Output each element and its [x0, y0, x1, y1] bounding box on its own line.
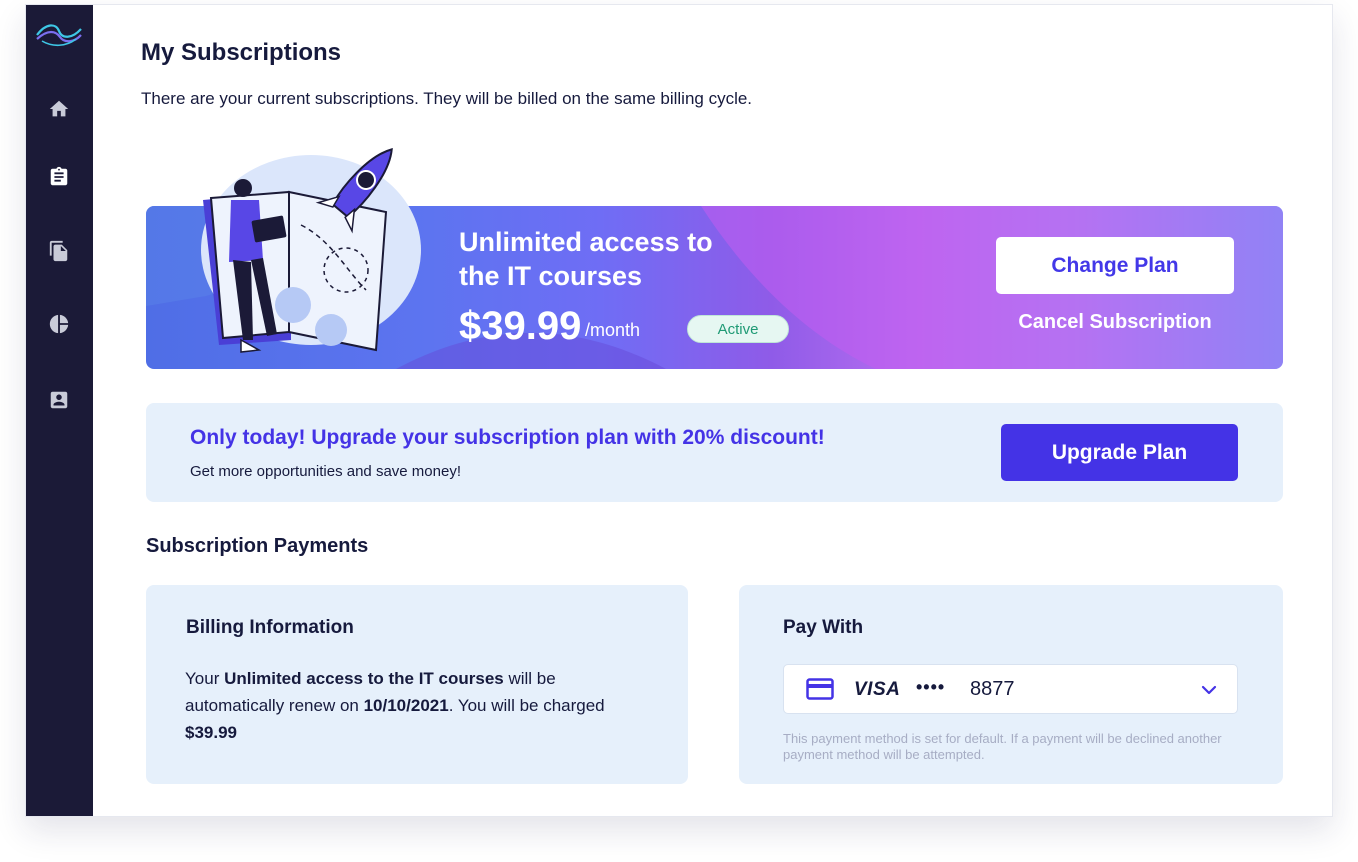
promo-subtitle: Get more opportunities and save money! [190, 463, 461, 480]
promo-card: Only today! Upgrade your subscription pl… [146, 403, 1283, 502]
section-title: Subscription Payments [146, 535, 369, 557]
pay-with-card: Pay With VISA •••• 8877 This payment met… [739, 585, 1283, 784]
sidebar-item-profile[interactable] [46, 387, 72, 413]
logo-icon [36, 24, 82, 47]
billing-text-part: Your [185, 669, 225, 688]
plan-period: /month [585, 320, 641, 340]
status-badge: Active [687, 315, 789, 343]
copy-icon [49, 240, 68, 262]
billing-amount: $39.99 [185, 723, 237, 742]
home-icon [49, 100, 69, 117]
sidebar-item-subscriptions[interactable] [46, 164, 72, 190]
page-title: My Subscriptions [141, 39, 342, 66]
billing-renew-date: 10/10/2021 [363, 696, 449, 715]
page-subtitle: There are your current subscriptions. Th… [141, 89, 753, 108]
billing-info-title: Billing Information [186, 617, 354, 638]
person-with-rocket-illustration [201, 148, 421, 353]
card-mask: •••• [916, 677, 946, 697]
sidebar-item-reports[interactable] [46, 311, 72, 337]
billing-info-card: Billing Information Your Unlimited acces… [146, 585, 688, 784]
plan-name: Unlimited access to the IT courses [459, 227, 713, 291]
change-plan-button[interactable]: Change Plan [996, 237, 1234, 294]
plan-price: $39.99 [459, 304, 582, 348]
billing-text-part: . You will be charged [448, 696, 605, 715]
card-brand: VISA [854, 679, 901, 700]
card-last4: 8877 [970, 678, 1015, 700]
upgrade-plan-button[interactable]: Upgrade Plan [1001, 424, 1238, 481]
pay-with-title: Pay With [783, 617, 864, 638]
contact-icon [50, 391, 68, 409]
billing-info-text: Your Unlimited access to the IT courses … [185, 665, 625, 746]
payment-note: This payment method is set for default. … [783, 731, 1222, 762]
payment-method-select[interactable]: VISA •••• 8877 [783, 664, 1238, 714]
chevron-down-icon [1201, 685, 1217, 695]
app-window: My Subscriptions There are your current … [25, 4, 1333, 817]
pie-chart-icon [49, 314, 69, 334]
sidebar-item-documents[interactable] [46, 238, 72, 264]
sidebar-item-home[interactable] [46, 96, 72, 122]
clipboard-icon [50, 166, 68, 186]
promo-title: Only today! Upgrade your subscription pl… [190, 426, 825, 449]
sidebar [26, 5, 93, 816]
cancel-subscription-link[interactable]: Cancel Subscription [996, 311, 1234, 334]
credit-card-icon [806, 678, 834, 700]
billing-plan-name: Unlimited access to the IT courses [224, 669, 504, 688]
